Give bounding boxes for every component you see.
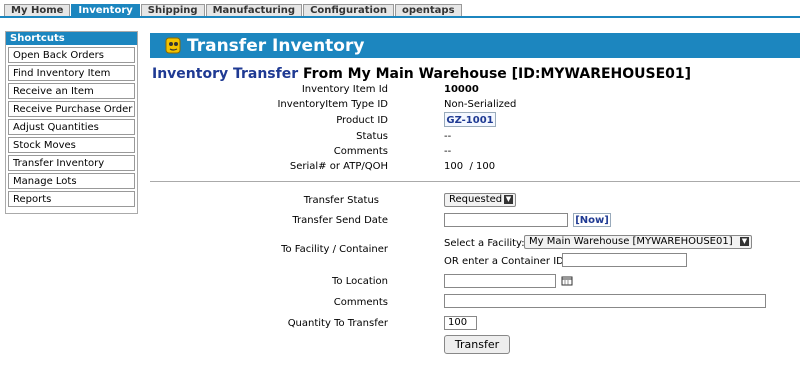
container-id-label: OR enter a Container ID: bbox=[444, 256, 568, 267]
sidebar-item-stock-moves[interactable]: Stock Moves bbox=[8, 137, 135, 153]
sidebar-item-open-back-orders[interactable]: Open Back Orders bbox=[8, 47, 135, 63]
quantity-label: Quantity To Transfer bbox=[287, 318, 388, 329]
section-title-facility: From My Main Warehouse [ID:MYWAREHOUSE01… bbox=[303, 66, 692, 82]
facility-select[interactable]: My Main Warehouse [MYWAREHOUSE01] ▼ bbox=[524, 235, 752, 249]
divider bbox=[150, 181, 800, 182]
chevron-down-icon: ▼ bbox=[504, 195, 513, 204]
shortcuts-sidebar: Shortcuts Open Back Orders Find Inventor… bbox=[5, 31, 138, 214]
transfer-status-label: Transfer Status bbox=[303, 195, 379, 206]
now-link[interactable]: [Now] bbox=[573, 213, 611, 227]
comments-label: Comments bbox=[333, 146, 388, 157]
page-header: Transfer Inventory bbox=[150, 33, 800, 58]
select-facility-label: Select a Facility: bbox=[444, 238, 525, 249]
serial-label: Serial# or ATP/QOH bbox=[289, 161, 388, 172]
tab-my-home[interactable]: My Home bbox=[4, 4, 71, 16]
sidebar-item-adjust-quantities[interactable]: Adjust Quantities bbox=[8, 119, 135, 135]
transfer-status-value: Requested bbox=[449, 194, 503, 205]
sidebar-item-receive-an-item[interactable]: Receive an Item bbox=[8, 83, 135, 99]
chevron-down-icon: ▼ bbox=[740, 237, 749, 246]
app-logo-icon bbox=[165, 37, 181, 54]
sidebar-item-receive-purchase-order[interactable]: Receive Purchase Order bbox=[8, 101, 135, 117]
sidebar-item-manage-lots[interactable]: Manage Lots bbox=[8, 173, 135, 189]
status-label: Status bbox=[356, 131, 388, 142]
send-date-label: Transfer Send Date bbox=[292, 215, 388, 226]
quantity-input[interactable]: 100 bbox=[444, 316, 477, 330]
status-value: -- bbox=[444, 131, 452, 142]
lookup-icon[interactable] bbox=[561, 275, 573, 286]
to-facility-label: To Facility / Container bbox=[281, 244, 388, 255]
item-id-label: Inventory Item Id bbox=[301, 84, 388, 95]
sidebar-item-transfer-inventory[interactable]: Transfer Inventory bbox=[8, 155, 135, 171]
tab-opentaps[interactable]: opentaps bbox=[394, 4, 462, 16]
sidebar-item-reports[interactable]: Reports bbox=[8, 191, 135, 207]
sidebar-title: Shortcuts bbox=[6, 32, 137, 45]
serial-value: 100 / 100 bbox=[444, 161, 496, 172]
product-label: Product ID bbox=[336, 115, 388, 126]
item-id-value: 10000 bbox=[444, 84, 479, 95]
tab-shipping[interactable]: Shipping bbox=[140, 4, 205, 16]
transfer-status-select[interactable]: Requested ▼ bbox=[444, 193, 516, 207]
container-id-input[interactable] bbox=[562, 253, 687, 267]
sidebar-item-find-inventory-item[interactable]: Find Inventory Item bbox=[8, 65, 135, 81]
to-location-label: To Location bbox=[331, 276, 388, 287]
facility-value: My Main Warehouse [MYWAREHOUSE01] bbox=[529, 236, 733, 247]
tab-configuration[interactable]: Configuration bbox=[303, 4, 394, 16]
comments-value: -- bbox=[444, 146, 452, 157]
section-title: Inventory Transfer From My Main Warehous… bbox=[152, 66, 691, 82]
type-label: InventoryItem Type ID bbox=[277, 99, 388, 110]
page-title: Transfer Inventory bbox=[187, 36, 365, 56]
type-value: Non-Serialized bbox=[444, 99, 517, 110]
transfer-button[interactable]: Transfer bbox=[444, 335, 510, 354]
section-title-accent: Inventory Transfer bbox=[152, 66, 299, 82]
form-comments-label: Comments bbox=[333, 297, 388, 308]
send-date-input[interactable] bbox=[444, 213, 568, 227]
tab-inventory[interactable]: Inventory bbox=[71, 4, 140, 16]
product-id-link[interactable]: GZ-1001 bbox=[444, 112, 496, 127]
comments-input[interactable] bbox=[444, 294, 766, 308]
tab-manufacturing[interactable]: Manufacturing bbox=[205, 4, 303, 16]
to-location-input[interactable] bbox=[444, 274, 556, 288]
tab-underline bbox=[0, 16, 800, 18]
